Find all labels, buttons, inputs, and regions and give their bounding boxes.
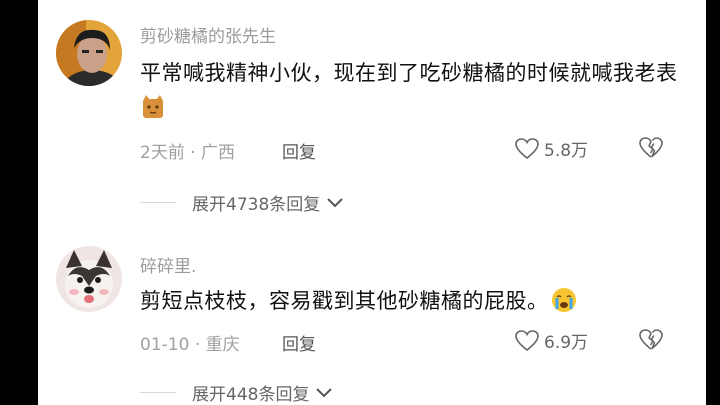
comment-meta: 2天前 · 广西: [140, 138, 235, 163]
avatar[interactable]: [56, 20, 122, 86]
avatar[interactable]: [56, 246, 122, 312]
expand-replies-button[interactable]: 展开448条回复: [140, 380, 333, 405]
expand-replies-label: 展开4738条回复: [192, 195, 321, 215]
comment-time: 01-10: [140, 335, 190, 355]
dislike-button[interactable]: [638, 328, 664, 356]
broken-heart-icon: [639, 137, 663, 158]
like-button[interactable]: 5.8万: [514, 136, 588, 161]
dislike-button[interactable]: [638, 136, 664, 164]
comment-meta: 01-10 · 重庆: [140, 330, 240, 355]
comment-text: 平常喊我精神小伙，现在到了吃砂糖橘的时候就喊我老表: [140, 56, 680, 129]
comment-location: 广西: [201, 143, 236, 163]
reply-button[interactable]: 回复: [282, 330, 316, 355]
comment-list: 剪砂糖橘的张先生 平常喊我精神小伙，现在到了吃砂糖橘的时候就喊我老表 2天前 ·…: [38, 0, 706, 405]
like-count: 5.8万: [544, 141, 589, 161]
meta-separator: ·: [194, 335, 206, 355]
like-count: 6.9万: [544, 333, 589, 353]
comment-location: 重庆: [205, 335, 240, 355]
heart-icon: [515, 329, 539, 351]
username[interactable]: 碎碎里.: [140, 252, 196, 277]
username[interactable]: 剪砂糖橘的张先生: [140, 22, 276, 47]
expand-replies-button[interactable]: 展开4738条回复: [140, 190, 344, 215]
crying-emoji-icon: [551, 287, 577, 323]
comment-time: 2天前: [140, 143, 185, 163]
broken-heart-icon: [639, 329, 663, 350]
like-button[interactable]: 6.9万: [514, 328, 588, 353]
expand-replies-label: 展开448条回复: [192, 385, 310, 405]
comment-text: 剪短点枝枝，容易戳到其他砂糖橘的屁股。: [140, 284, 680, 323]
divider-line: [140, 202, 176, 203]
chevron-down-icon: [316, 387, 333, 397]
meta-separator: ·: [190, 143, 202, 163]
cat-emoji-icon: [142, 95, 164, 129]
chevron-down-icon: [327, 197, 343, 207]
heart-icon: [515, 137, 539, 159]
divider-line: [140, 392, 176, 393]
reply-button[interactable]: 回复: [282, 138, 316, 163]
